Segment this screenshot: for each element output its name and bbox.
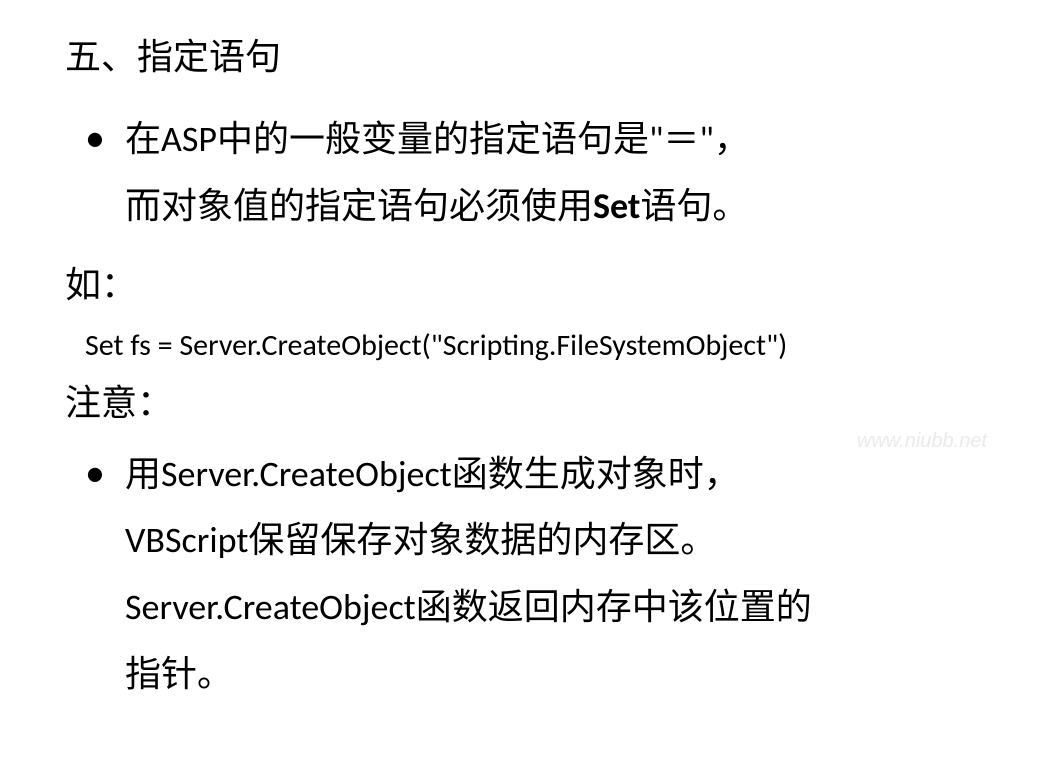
bullet-1-line-2-post: 语句。 <box>640 184 748 228</box>
bullet-2: • 用Server.CreateObject函数生成对象时， VBScript保… <box>85 441 972 707</box>
bullet-1-line-2: 而对象值的指定语句必须使用Set语句。 <box>125 173 972 240</box>
bullet-dot-icon: • <box>85 106 125 170</box>
note-label: 注意： <box>65 375 972 433</box>
set-keyword: Set <box>593 184 640 228</box>
bullet-1-line-2-pre: 而对象值的指定语句必须使用 <box>125 184 593 228</box>
bullet-2-line-3: Server.CreateObject函数返回内存中该位置的 <box>125 574 972 641</box>
bullet-2-line-2: VBScript保留保存对象数据的内存区。 <box>125 507 972 574</box>
example-label: 如： <box>65 257 972 315</box>
bullet-2-line-4: 指针。 <box>125 641 972 708</box>
bullet-1: • 在ASP中的一般变量的指定语句是"＝"， 而对象值的指定语句必须使用Set语… <box>85 106 972 239</box>
section-heading: 五、指定语句 <box>65 30 972 84</box>
bullet-1-line-1: 在ASP中的一般变量的指定语句是"＝"， <box>125 106 750 173</box>
bullet-2-line-1: 用Server.CreateObject函数生成对象时， <box>125 441 740 508</box>
bullet-dot-icon: • <box>85 441 125 505</box>
code-example: Set fs = Server.CreateObject("Scripting.… <box>85 323 972 370</box>
